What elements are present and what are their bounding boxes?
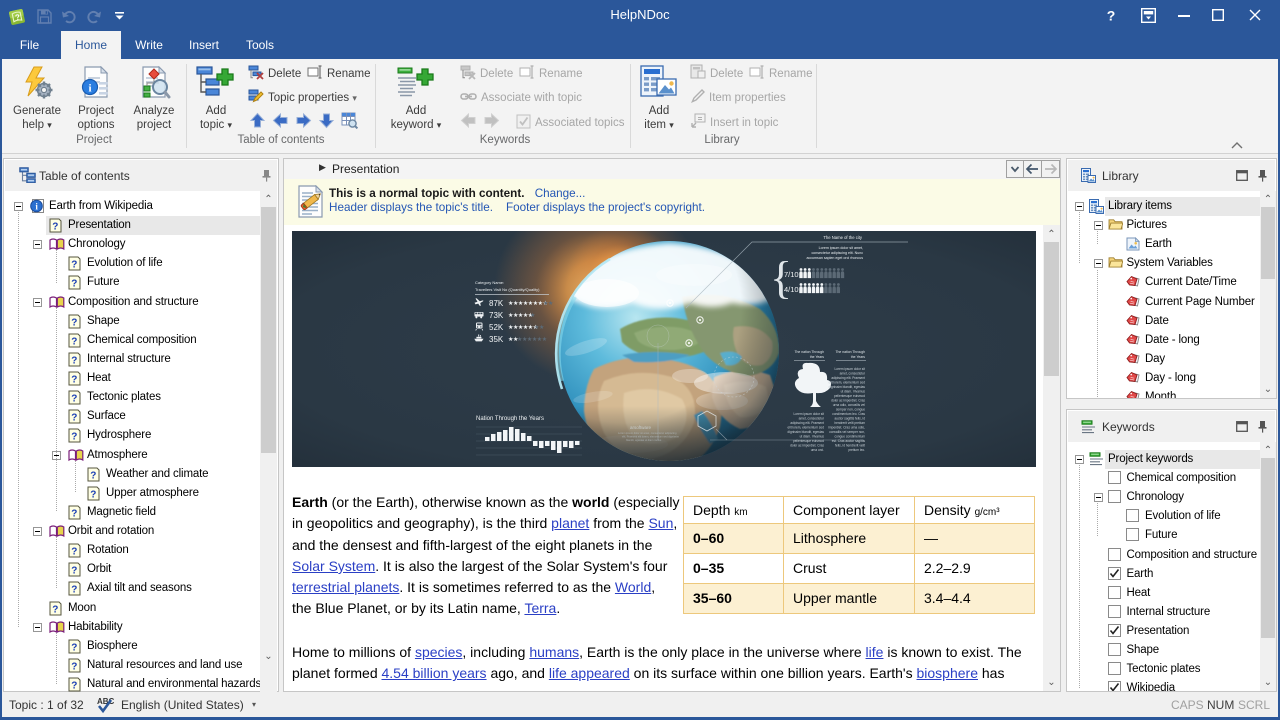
svg-text:convallis vel semper non,: convallis vel semper non, — [829, 430, 865, 434]
svg-text:pretium leo.: pretium leo. — [848, 448, 865, 452]
svg-text:consectetur adipiscing elit. N: consectetur adipiscing elit. Nunc — [811, 251, 863, 255]
svg-text:ABC: ABC — [97, 697, 115, 706]
svg-text:★★★★★★: ★★★★★★ — [517, 336, 547, 343]
svg-text:the Years: the Years — [810, 355, 824, 359]
svg-text:The nation Through: The nation Through — [794, 350, 824, 354]
svg-text:urna orci.: urna orci. — [811, 448, 824, 452]
svg-text:The Name of the city: The Name of the city — [823, 235, 863, 240]
svg-text:dignissim blandit, egestas: dignissim blandit, egestas — [829, 385, 866, 389]
svg-text:7/10: 7/10 — [784, 270, 799, 279]
svg-text:the Years: the Years — [851, 355, 865, 359]
svg-text:Category Name:: Category Name: — [475, 280, 504, 285]
svg-text:arsoftware: arsoftware — [630, 425, 652, 430]
svg-text:semper non, congue: semper non, congue — [836, 408, 865, 412]
svg-text:elit. Praesent elit lorem, ele: elit. Praesent elit lorem, elementum sed… — [622, 435, 679, 439]
svg-text:★: ★ — [530, 312, 535, 319]
svg-text:urna odio, convallis vel: urna odio, convallis vel — [833, 403, 866, 407]
svg-text:★★★★★★★★: ★★★★★★★★ — [508, 300, 548, 307]
svg-text:elit lorem, elementum sed: elit lorem, elementum sed — [788, 426, 825, 430]
svg-text:Lorem ipsum dolor sit: Lorem ipsum dolor sit — [835, 367, 866, 371]
svg-text:?: ? — [1107, 8, 1116, 23]
svg-text:est. Cras auctor sagittis: est. Cras auctor sagittis — [832, 439, 866, 443]
svg-text:auctor sagittis felis, id: auctor sagittis felis, id — [835, 417, 866, 421]
svg-text:accumsan sapien eget orci rhon: accumsan sapien eget orci rhoncus — [806, 256, 863, 260]
svg-text:adipiscing elit. Praesent: adipiscing elit. Praesent — [790, 421, 824, 425]
svg-text:dolor ac imperdiet. Cras: dolor ac imperdiet. Cras — [790, 444, 824, 448]
svg-text:ut diam. Vivamus: ut diam. Vivamus — [841, 390, 866, 394]
svg-text:imperdiet. Cras urna odio,: imperdiet. Cras urna odio, — [828, 426, 865, 430]
svg-text:Lorem ipsum dolor sit amet,: Lorem ipsum dolor sit amet, — [819, 246, 863, 250]
svg-text:★★: ★★ — [534, 324, 544, 331]
svg-text:The nation Through: The nation Through — [835, 350, 865, 354]
svg-text:ut diam. Vivamus: ut diam. Vivamus — [800, 435, 825, 439]
svg-text:i: i — [88, 83, 91, 95]
svg-text:Lorem ipsum dolor sit: Lorem ipsum dolor sit — [794, 412, 825, 416]
svg-text:amet, consectetur: amet, consectetur — [840, 372, 866, 376]
svg-text:Lorem ipsum dolor sit amet, co: Lorem ipsum dolor sit amet, consectetur … — [618, 431, 677, 435]
svg-text:felis, id hendrerit velit: felis, id hendrerit velit — [835, 444, 865, 448]
svg-text:condimentum leo. Cras: condimentum leo. Cras — [832, 412, 865, 416]
svg-text:4/10: 4/10 — [784, 285, 799, 294]
svg-text:pellentesque euismod: pellentesque euismod — [793, 439, 824, 443]
svg-text:dolor ac imperdiet. Cras: dolor ac imperdiet. Cras — [831, 399, 865, 403]
svg-text:Nation Through the Years: Nation Through the Years — [476, 416, 544, 422]
svg-text:blandit, egestas ut diam metus: blandit, egestas ut diam metus. — [626, 438, 662, 442]
svg-text:hendrerit velit pretium: hendrerit velit pretium — [834, 421, 865, 425]
svg-text:★★: ★★ — [543, 300, 553, 307]
svg-text:adipiscing elit. Praesent: adipiscing elit. Praesent — [831, 376, 865, 380]
svg-text:amet, consectetur: amet, consectetur — [799, 417, 825, 421]
svg-text:pellentesque euismod: pellentesque euismod — [834, 394, 865, 398]
svg-text:73K: 73K — [489, 311, 504, 320]
svg-text:35K: 35K — [489, 335, 504, 344]
svg-text:dignissim blandit, egestas: dignissim blandit, egestas — [788, 430, 825, 434]
svg-text:Travellers Visit No (Quantity/: Travellers Visit No (Quantity/Quality) — [475, 287, 540, 292]
svg-text:87K: 87K — [489, 299, 504, 308]
svg-text:52K: 52K — [489, 323, 504, 332]
svg-text:elit lorem, elementum sed: elit lorem, elementum sed — [829, 381, 866, 385]
svg-text:congue condimentum: congue condimentum — [835, 435, 866, 439]
